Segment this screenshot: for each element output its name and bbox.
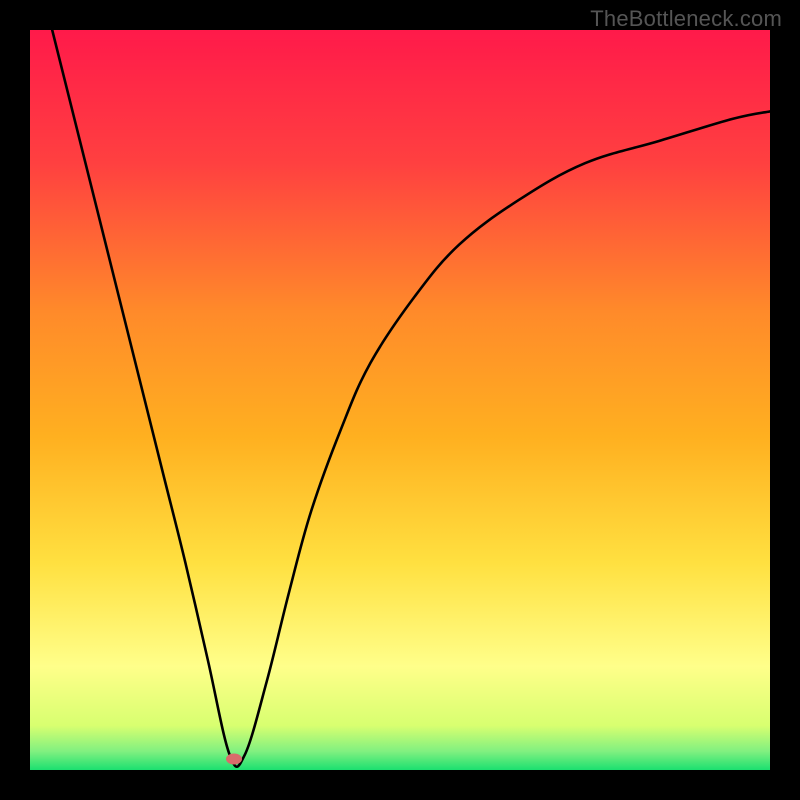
chart-frame: TheBottleneck.com bbox=[0, 0, 800, 800]
plot-area bbox=[30, 30, 770, 770]
curve-layer bbox=[30, 30, 770, 770]
watermark-text: TheBottleneck.com bbox=[590, 6, 782, 32]
minimum-marker bbox=[226, 753, 242, 764]
bottleneck-curve bbox=[52, 30, 770, 767]
